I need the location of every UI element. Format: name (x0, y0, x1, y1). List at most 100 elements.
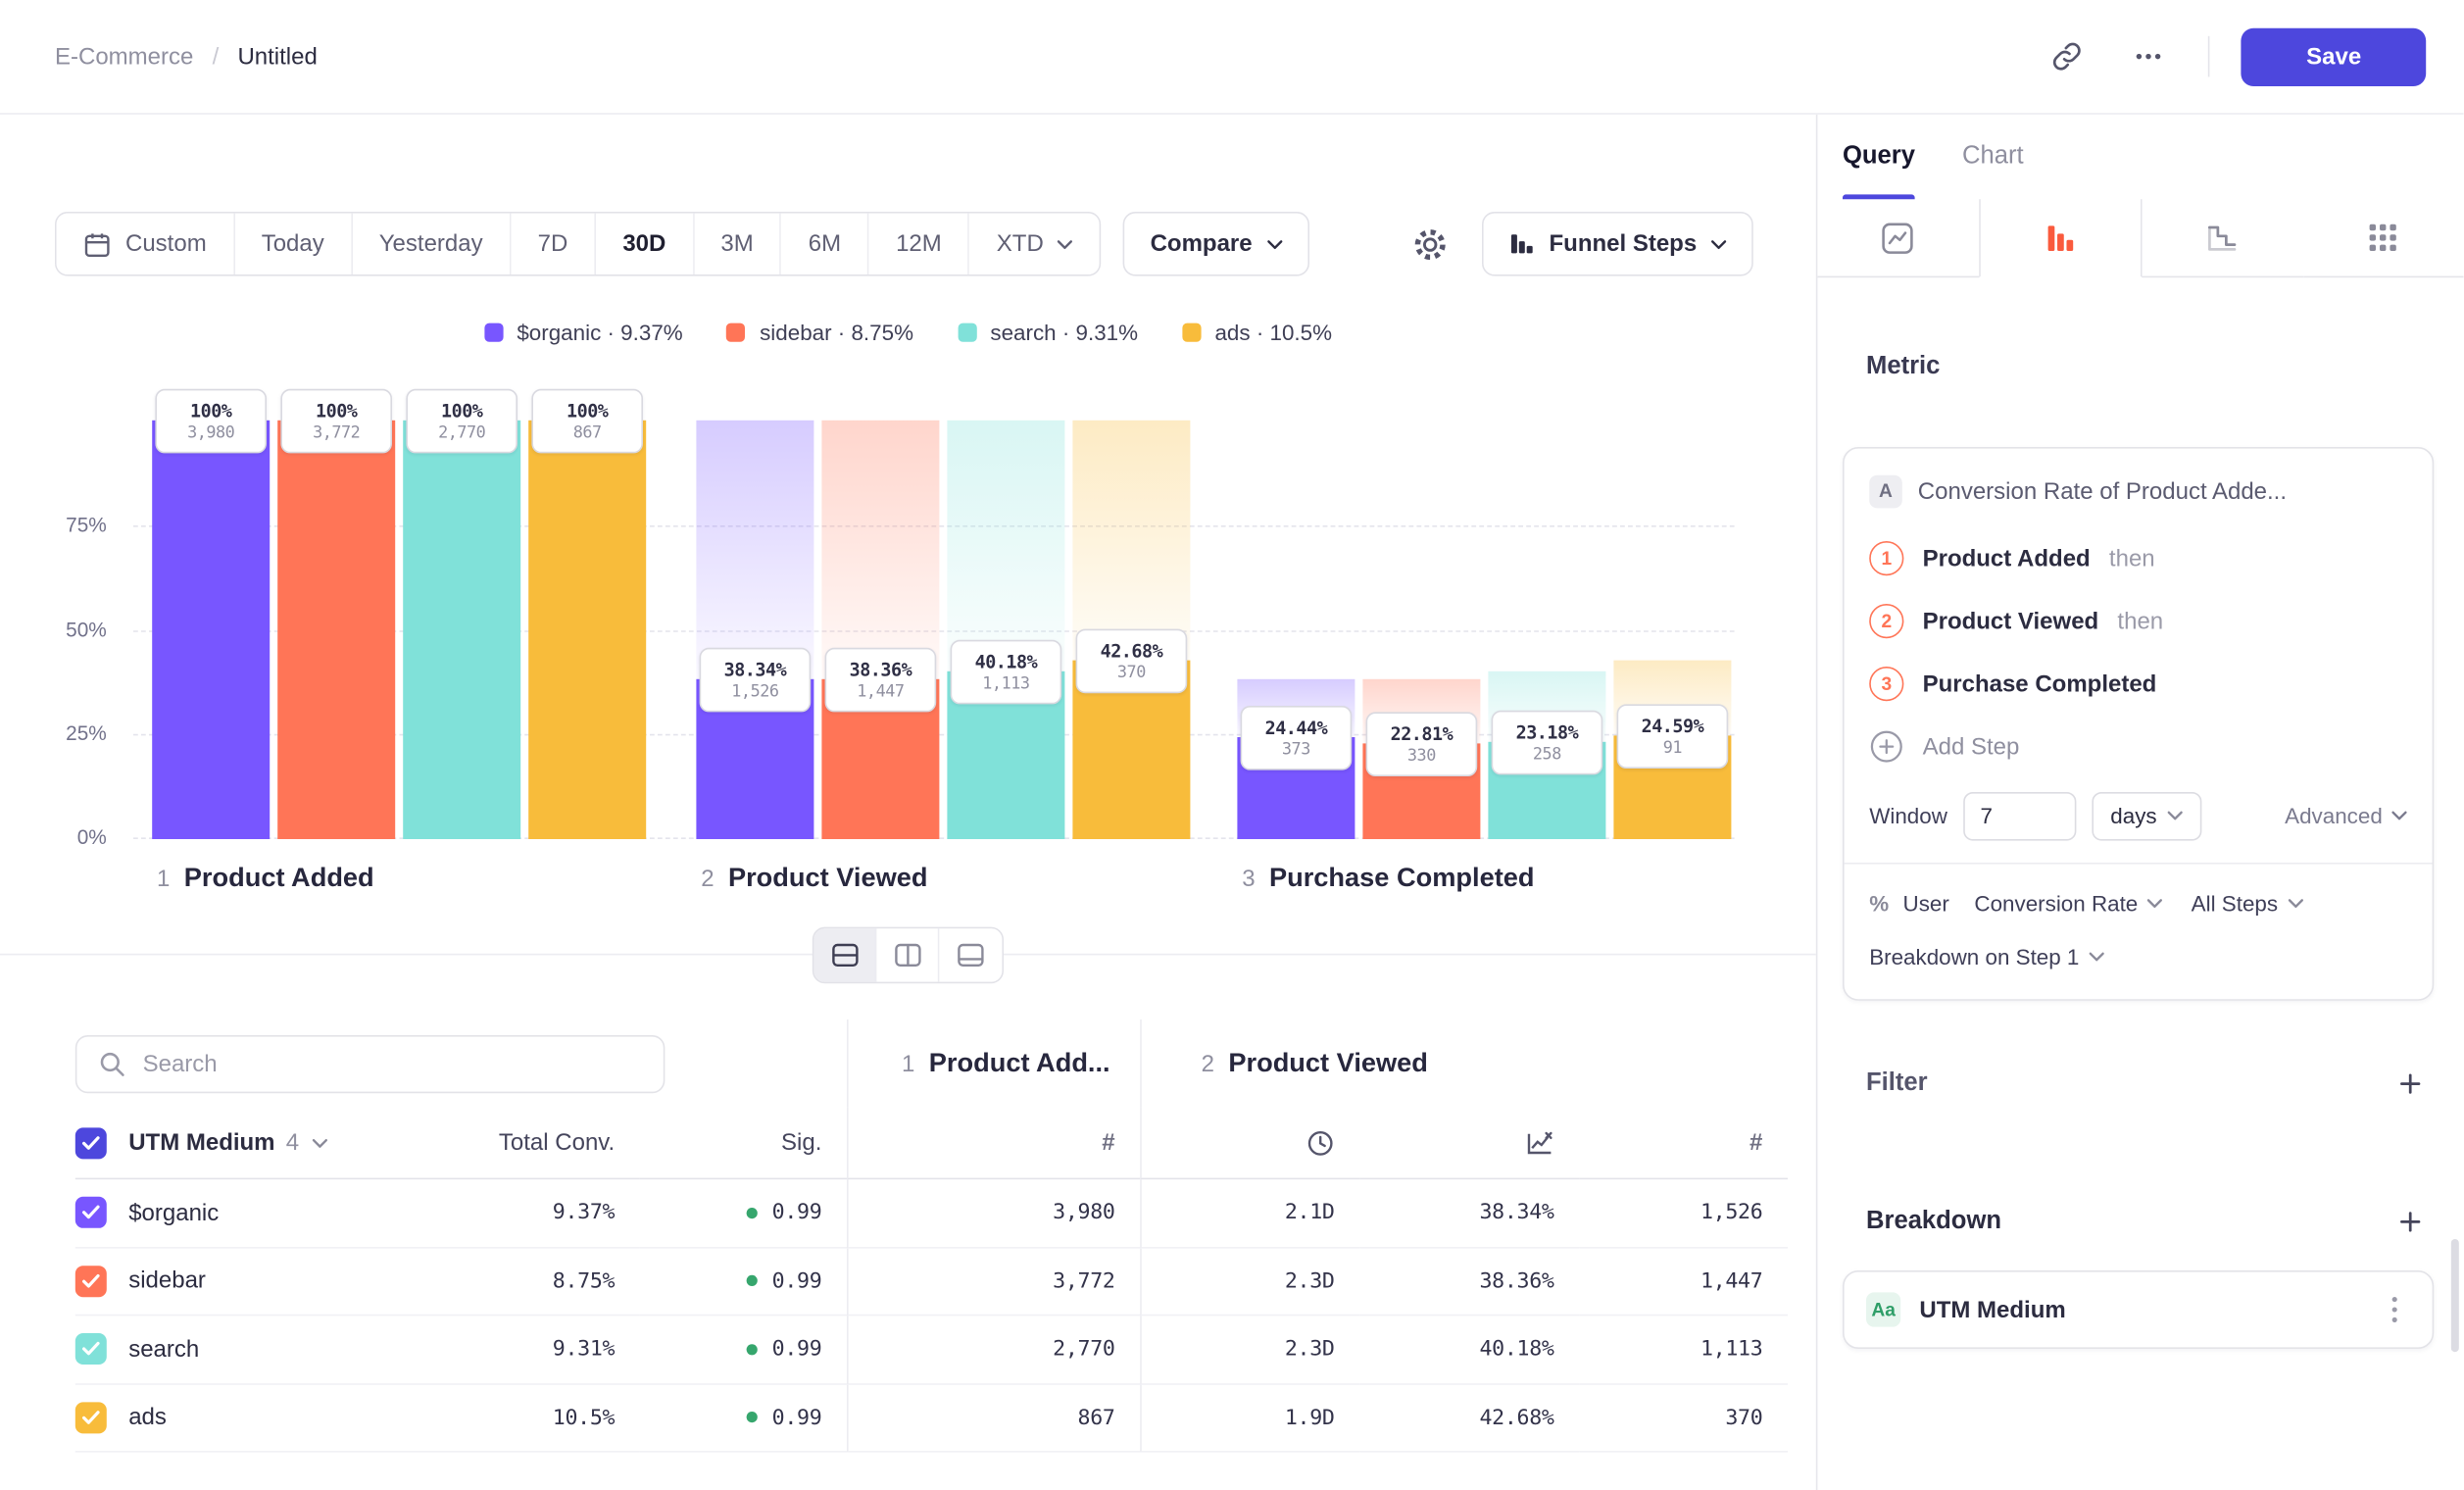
add-step-button[interactable]: Add Step (1869, 716, 2407, 778)
total-conv-header[interactable]: Total Conv. (439, 1108, 640, 1180)
table-step2-group-header[interactable]: 2 Product Viewed (1140, 1019, 1788, 1108)
row-checkbox[interactable] (75, 1402, 107, 1433)
row-name-sidebar[interactable]: sidebar (75, 1248, 439, 1316)
date-range-7d[interactable]: 7D (511, 214, 596, 274)
legend-item-organic[interactable]: $organic · 9.37% (484, 320, 683, 345)
tab-funnel-chart[interactable] (1979, 199, 2143, 277)
breakdown-section-label: Breakdown (1866, 1208, 2001, 1236)
gear-icon (1412, 226, 1447, 261)
check-icon (81, 1410, 100, 1425)
date-range-3m[interactable]: 3M (694, 214, 781, 274)
row-name-ads[interactable]: ads (75, 1384, 439, 1453)
row-sig-search: 0.99 (640, 1316, 847, 1384)
table-search-cell (75, 1019, 847, 1108)
row-name-organic[interactable]: $organic (75, 1179, 439, 1248)
y-axis-tick: 0% (0, 825, 107, 849)
legend-label: sidebar · 8.75% (760, 320, 913, 345)
bar-count: 2,770 (438, 423, 485, 442)
tab-retention-chart[interactable] (2143, 199, 2303, 277)
select-all-checkbox[interactable] (75, 1127, 107, 1159)
date-range-12m[interactable]: 12M (869, 214, 970, 274)
string-type-icon: Aa (1866, 1292, 1900, 1326)
compare-button[interactable]: Compare (1123, 212, 1308, 276)
save-button[interactable]: Save (2242, 27, 2427, 85)
layout-bottom-panel-button[interactable] (939, 928, 1002, 981)
row-total-conv-organic: 9.37% (439, 1179, 640, 1248)
metric-steps: 1Product Addedthen2Product Viewedthen3Pu… (1869, 527, 2407, 716)
table-step1-group-header[interactable]: 1 Product Add... (847, 1019, 1140, 1108)
row-checkbox[interactable] (75, 1333, 107, 1365)
bar-value-label-step1-organic: 100%3,980 (155, 389, 267, 454)
measure-metric-select[interactable]: Conversion Rate (1974, 891, 2162, 917)
row-name-search[interactable]: search (75, 1316, 439, 1384)
legend-label: search · 9.31% (990, 320, 1138, 345)
breakdown-property-label: UTM Medium (1919, 1296, 2065, 1322)
panel-tab-chart[interactable]: Chart (1962, 115, 2024, 199)
funnel-bar-step1-sidebar[interactable] (277, 421, 395, 839)
chart-settings-button[interactable] (1401, 214, 1460, 273)
funnel-step-label-2: 2Product Viewed (701, 863, 927, 894)
date-range-yesterday[interactable]: Yesterday (353, 214, 512, 274)
panel-tab-query[interactable]: Query (1843, 115, 1915, 199)
y-axis-tick: 25% (0, 721, 107, 745)
breakdown-property-card[interactable]: Aa UTM Medium (1843, 1270, 2435, 1349)
step2-count-header[interactable]: # (1579, 1108, 1788, 1180)
chart-toolbar: CustomTodayYesterday7D30D3M6M12MXTD Comp… (55, 212, 1753, 276)
funnel-bar-step1-search[interactable] (403, 421, 520, 839)
date-range-30d[interactable]: 30D (596, 214, 694, 274)
step1-count-header[interactable]: # (847, 1108, 1140, 1180)
search-input[interactable] (143, 1050, 642, 1076)
more-menu-button[interactable] (2121, 28, 2178, 85)
breadcrumb-title[interactable]: Untitled (237, 43, 317, 70)
chart-view-select[interactable]: Funnel Steps (1482, 212, 1753, 276)
row-checkbox[interactable] (75, 1197, 107, 1228)
bar-count: 258 (1533, 745, 1561, 764)
layout-split-vertical-button[interactable] (876, 928, 939, 981)
legend-item-sidebar[interactable]: sidebar · 8.75% (727, 320, 914, 345)
panel-tabs: Query Chart (1817, 115, 2464, 199)
funnel-bar-step1-organic[interactable] (152, 421, 270, 839)
measure-entity[interactable]: User (1903, 891, 1949, 917)
step2-time-header[interactable] (1140, 1108, 1359, 1180)
row-checkbox[interactable] (75, 1266, 107, 1297)
tab-flows-chart[interactable] (2303, 199, 2464, 277)
bar-count: 330 (1407, 747, 1436, 766)
breakdown-options-button[interactable] (2373, 1288, 2417, 1332)
share-link-button[interactable] (2039, 28, 2095, 85)
window-value-input[interactable] (1963, 791, 2076, 840)
date-range-custom[interactable]: Custom (57, 214, 235, 274)
top-bar: E-Commerce / Untitled Save (0, 0, 2464, 115)
legend-item-ads[interactable]: ads · 10.5% (1182, 320, 1332, 345)
breakdown-column-header[interactable]: UTM Medium 4 (75, 1108, 439, 1180)
metric-step-3[interactable]: 3Purchase Completed (1869, 653, 2407, 716)
check-icon (81, 1273, 100, 1289)
breakdown-step-select[interactable]: Breakdown on Step 1 (1869, 944, 2104, 969)
panel-scrollbar[interactable] (2451, 1239, 2459, 1352)
retention-chart-icon (2207, 222, 2239, 253)
date-range-6m[interactable]: 6M (782, 214, 869, 274)
step2-rate-header[interactable] (1359, 1108, 1579, 1180)
metric-step-2[interactable]: 2Product Viewedthen (1869, 590, 2407, 653)
metric-title[interactable]: Conversion Rate of Product Adde... (1918, 477, 2287, 504)
plus-icon (2398, 1071, 2424, 1097)
window-unit-select[interactable]: days (2092, 791, 2202, 840)
date-range-xtd[interactable]: XTD (970, 214, 1101, 274)
metric-step-1[interactable]: 1Product Addedthen (1869, 527, 2407, 590)
measure-scope-select[interactable]: All Steps (2192, 891, 2303, 917)
layout-split-horizontal-button[interactable] (813, 928, 876, 981)
date-range-today[interactable]: Today (235, 214, 353, 274)
date-range-control: CustomTodayYesterday7D30D3M6M12MXTD (55, 212, 1102, 276)
advanced-toggle[interactable]: Advanced (2285, 803, 2407, 828)
sig-header[interactable]: Sig. (640, 1108, 847, 1180)
funnel-bar-step1-ads[interactable] (528, 421, 646, 839)
bar-count: 867 (573, 423, 602, 442)
add-breakdown-button[interactable] (2390, 1202, 2432, 1243)
search-box[interactable] (75, 1034, 665, 1092)
breadcrumb-project[interactable]: E-Commerce (55, 43, 193, 70)
legend-item-search[interactable]: search · 9.31% (958, 320, 1138, 345)
bar-value-label-step3-ads: 24.59%91 (1617, 705, 1729, 770)
add-filter-button[interactable] (2390, 1064, 2432, 1105)
filter-section-label: Filter (1866, 1069, 1928, 1098)
tab-insights-chart[interactable] (1817, 199, 1978, 277)
split-rows-icon (830, 943, 859, 968)
